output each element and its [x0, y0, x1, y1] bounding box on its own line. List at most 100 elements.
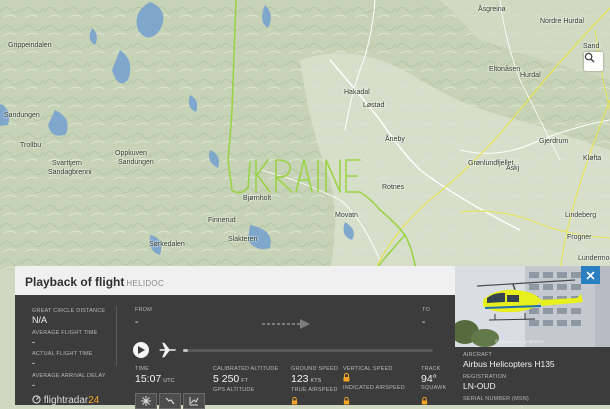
- stat-label: AVERAGE ARRIVAL DELAY: [32, 373, 106, 379]
- stat-great-circle-distance: GREAT CIRCLE DISTANCE N/A: [32, 308, 105, 329]
- metric-unit: UTC: [163, 378, 175, 384]
- metric-label: SQUAWK: [421, 385, 447, 391]
- logo-text: flightradar: [43, 395, 89, 406]
- playback-panel: Playback of flight HELIDOC GREAT CIRCLE D…: [15, 266, 455, 409]
- callsign: HELIDOC: [126, 279, 165, 288]
- 3d-view-button[interactable]: [135, 393, 157, 409]
- airplane-icon: [159, 342, 176, 358]
- place-label: Gjerdrum: [539, 138, 569, 145]
- stat-actual-flight-time: ACTUAL FLIGHT TIME -: [32, 351, 93, 372]
- stat-value: -: [32, 337, 35, 347]
- from-value: -: [135, 317, 139, 328]
- place-label: Åsgreina: [478, 6, 506, 13]
- metric-unit: FT: [241, 378, 249, 384]
- registration-value: LN-OUD: [463, 381, 496, 391]
- metric-value: 94°: [421, 373, 437, 385]
- stat-label: AVERAGE FLIGHT TIME: [32, 330, 98, 336]
- metric-time: TIME 15:07 UTC: [135, 366, 175, 387]
- photo-credit: © Vedumoen - jetphotos: [495, 339, 544, 344]
- metric-ground-speed: GROUND SPEED 123 KTS TRUE AIRSPEED: [291, 366, 338, 394]
- place-label: Lindeberg: [565, 212, 597, 219]
- place-label: Kløfta: [583, 155, 602, 162]
- place-label: Svarttjern: [52, 160, 82, 167]
- place-label: Sandagbrenni: [48, 169, 92, 176]
- place-label: Løstad: [363, 102, 385, 109]
- place-label: Eltonåsen: [489, 66, 521, 73]
- place-label: Hakadal: [344, 89, 370, 96]
- stat-value: N/A: [32, 315, 48, 325]
- logo-number: 24: [88, 395, 100, 406]
- metric-label: CALIBRATED ALTITUDE: [213, 366, 279, 372]
- place-label: Askj: [506, 165, 520, 172]
- chart-button[interactable]: [183, 393, 205, 409]
- registration-label: REGISTRATION: [463, 374, 507, 380]
- place-label: Trollbu: [20, 142, 42, 149]
- to-value: -: [422, 317, 426, 328]
- page-title: Playback of flight HELIDOC: [25, 275, 164, 289]
- metric-label: TRUE AIRSPEED: [291, 387, 338, 393]
- route-button[interactable]: [159, 393, 181, 409]
- serial-number-label: SERIAL NUMBER (MSN): [463, 396, 529, 402]
- place-label: Åneby: [385, 136, 405, 143]
- place-label: Hurdal: [520, 72, 541, 79]
- stat-label: GREAT CIRCLE DISTANCE: [32, 308, 106, 314]
- metric-label: TIME: [135, 366, 149, 372]
- metric-label: GROUND SPEED: [291, 366, 339, 372]
- metric-label: VERTICAL SPEED: [343, 366, 393, 372]
- place-label: Rotnes: [382, 184, 405, 191]
- metric-unit: KTS: [310, 378, 322, 384]
- stat-value: -: [32, 380, 35, 390]
- from-label: FROM: [135, 307, 152, 313]
- metric-value: 5 250: [213, 373, 240, 385]
- place-label: Grippeindalen: [8, 42, 52, 49]
- divider: [116, 306, 117, 366]
- to-label: TO: [422, 307, 430, 313]
- map-terrain: [0, 0, 610, 270]
- map-search-button[interactable]: [584, 52, 603, 71]
- search-icon: [584, 52, 595, 63]
- stat-label: ACTUAL FLIGHT TIME: [32, 351, 93, 357]
- playback-progress-bar[interactable]: [183, 349, 433, 352]
- place-label: Oppkuven: [115, 150, 147, 157]
- flight-map[interactable]: Åsgreina Sand Nordre Hurdal Eltonåsen Hu…: [0, 0, 610, 270]
- place-label: Nordre Hurdal: [540, 18, 584, 25]
- panel-header: Playback of flight HELIDOC: [15, 266, 455, 295]
- aircraft-info-panel: © Vedumoen - jetphotos AIRCRAFT Airbus H…: [455, 266, 610, 405]
- play-icon: [137, 346, 145, 354]
- progress-fill: [183, 349, 188, 352]
- metric-vertical-speed: VERTICAL SPEED INDICATED AIRSPEED: [343, 366, 405, 392]
- stat-average-flight-time: AVERAGE FLIGHT TIME -: [32, 330, 98, 351]
- place-label: Bjørnholt: [243, 195, 272, 202]
- flightradar24-logo: flightradar24: [32, 395, 99, 406]
- lock-icon: [343, 397, 350, 405]
- metric-value: 15:07: [135, 373, 162, 385]
- route-arrow-icon: [262, 319, 310, 329]
- place-label: Frogner: [567, 234, 592, 241]
- metric-calibrated-altitude: CALIBRATED ALTITUDE 5 250 FT GPS ALTITUDE: [213, 366, 278, 394]
- metric-value: 123: [291, 373, 309, 385]
- place-label: Finnerud: [208, 217, 236, 224]
- metric-label: TRACK: [421, 366, 441, 372]
- lock-icon: [343, 373, 350, 382]
- place-label: Movatn: [335, 212, 358, 219]
- place-label: Slakteren: [228, 236, 258, 243]
- aircraft-type: Airbus Helicopters H135: [463, 359, 555, 369]
- place-label: Sand: [583, 43, 600, 50]
- place-label: Sandungen: [118, 159, 154, 166]
- stat-average-arrival-delay: AVERAGE ARRIVAL DELAY -: [32, 373, 106, 394]
- aircraft-label: AIRCRAFT: [463, 352, 493, 358]
- metric-track: TRACK 94° SQUAWK: [421, 366, 446, 392]
- play-button[interactable]: [133, 342, 149, 358]
- close-icon: [586, 270, 595, 280]
- place-label: Lundermoen: [578, 255, 610, 262]
- place-label: Sandungen: [4, 112, 40, 119]
- place-label: Sørkedalen: [149, 241, 185, 248]
- title-text: Playback of flight: [25, 275, 125, 289]
- metric-label: GPS ALTITUDE: [213, 387, 255, 393]
- radar-logo-icon: [32, 395, 41, 404]
- close-button[interactable]: [581, 266, 600, 284]
- stat-value: -: [32, 358, 35, 368]
- lock-icon: [291, 397, 298, 405]
- metric-label: INDICATED AIRSPEED: [343, 385, 405, 391]
- lock-icon: [421, 397, 428, 405]
